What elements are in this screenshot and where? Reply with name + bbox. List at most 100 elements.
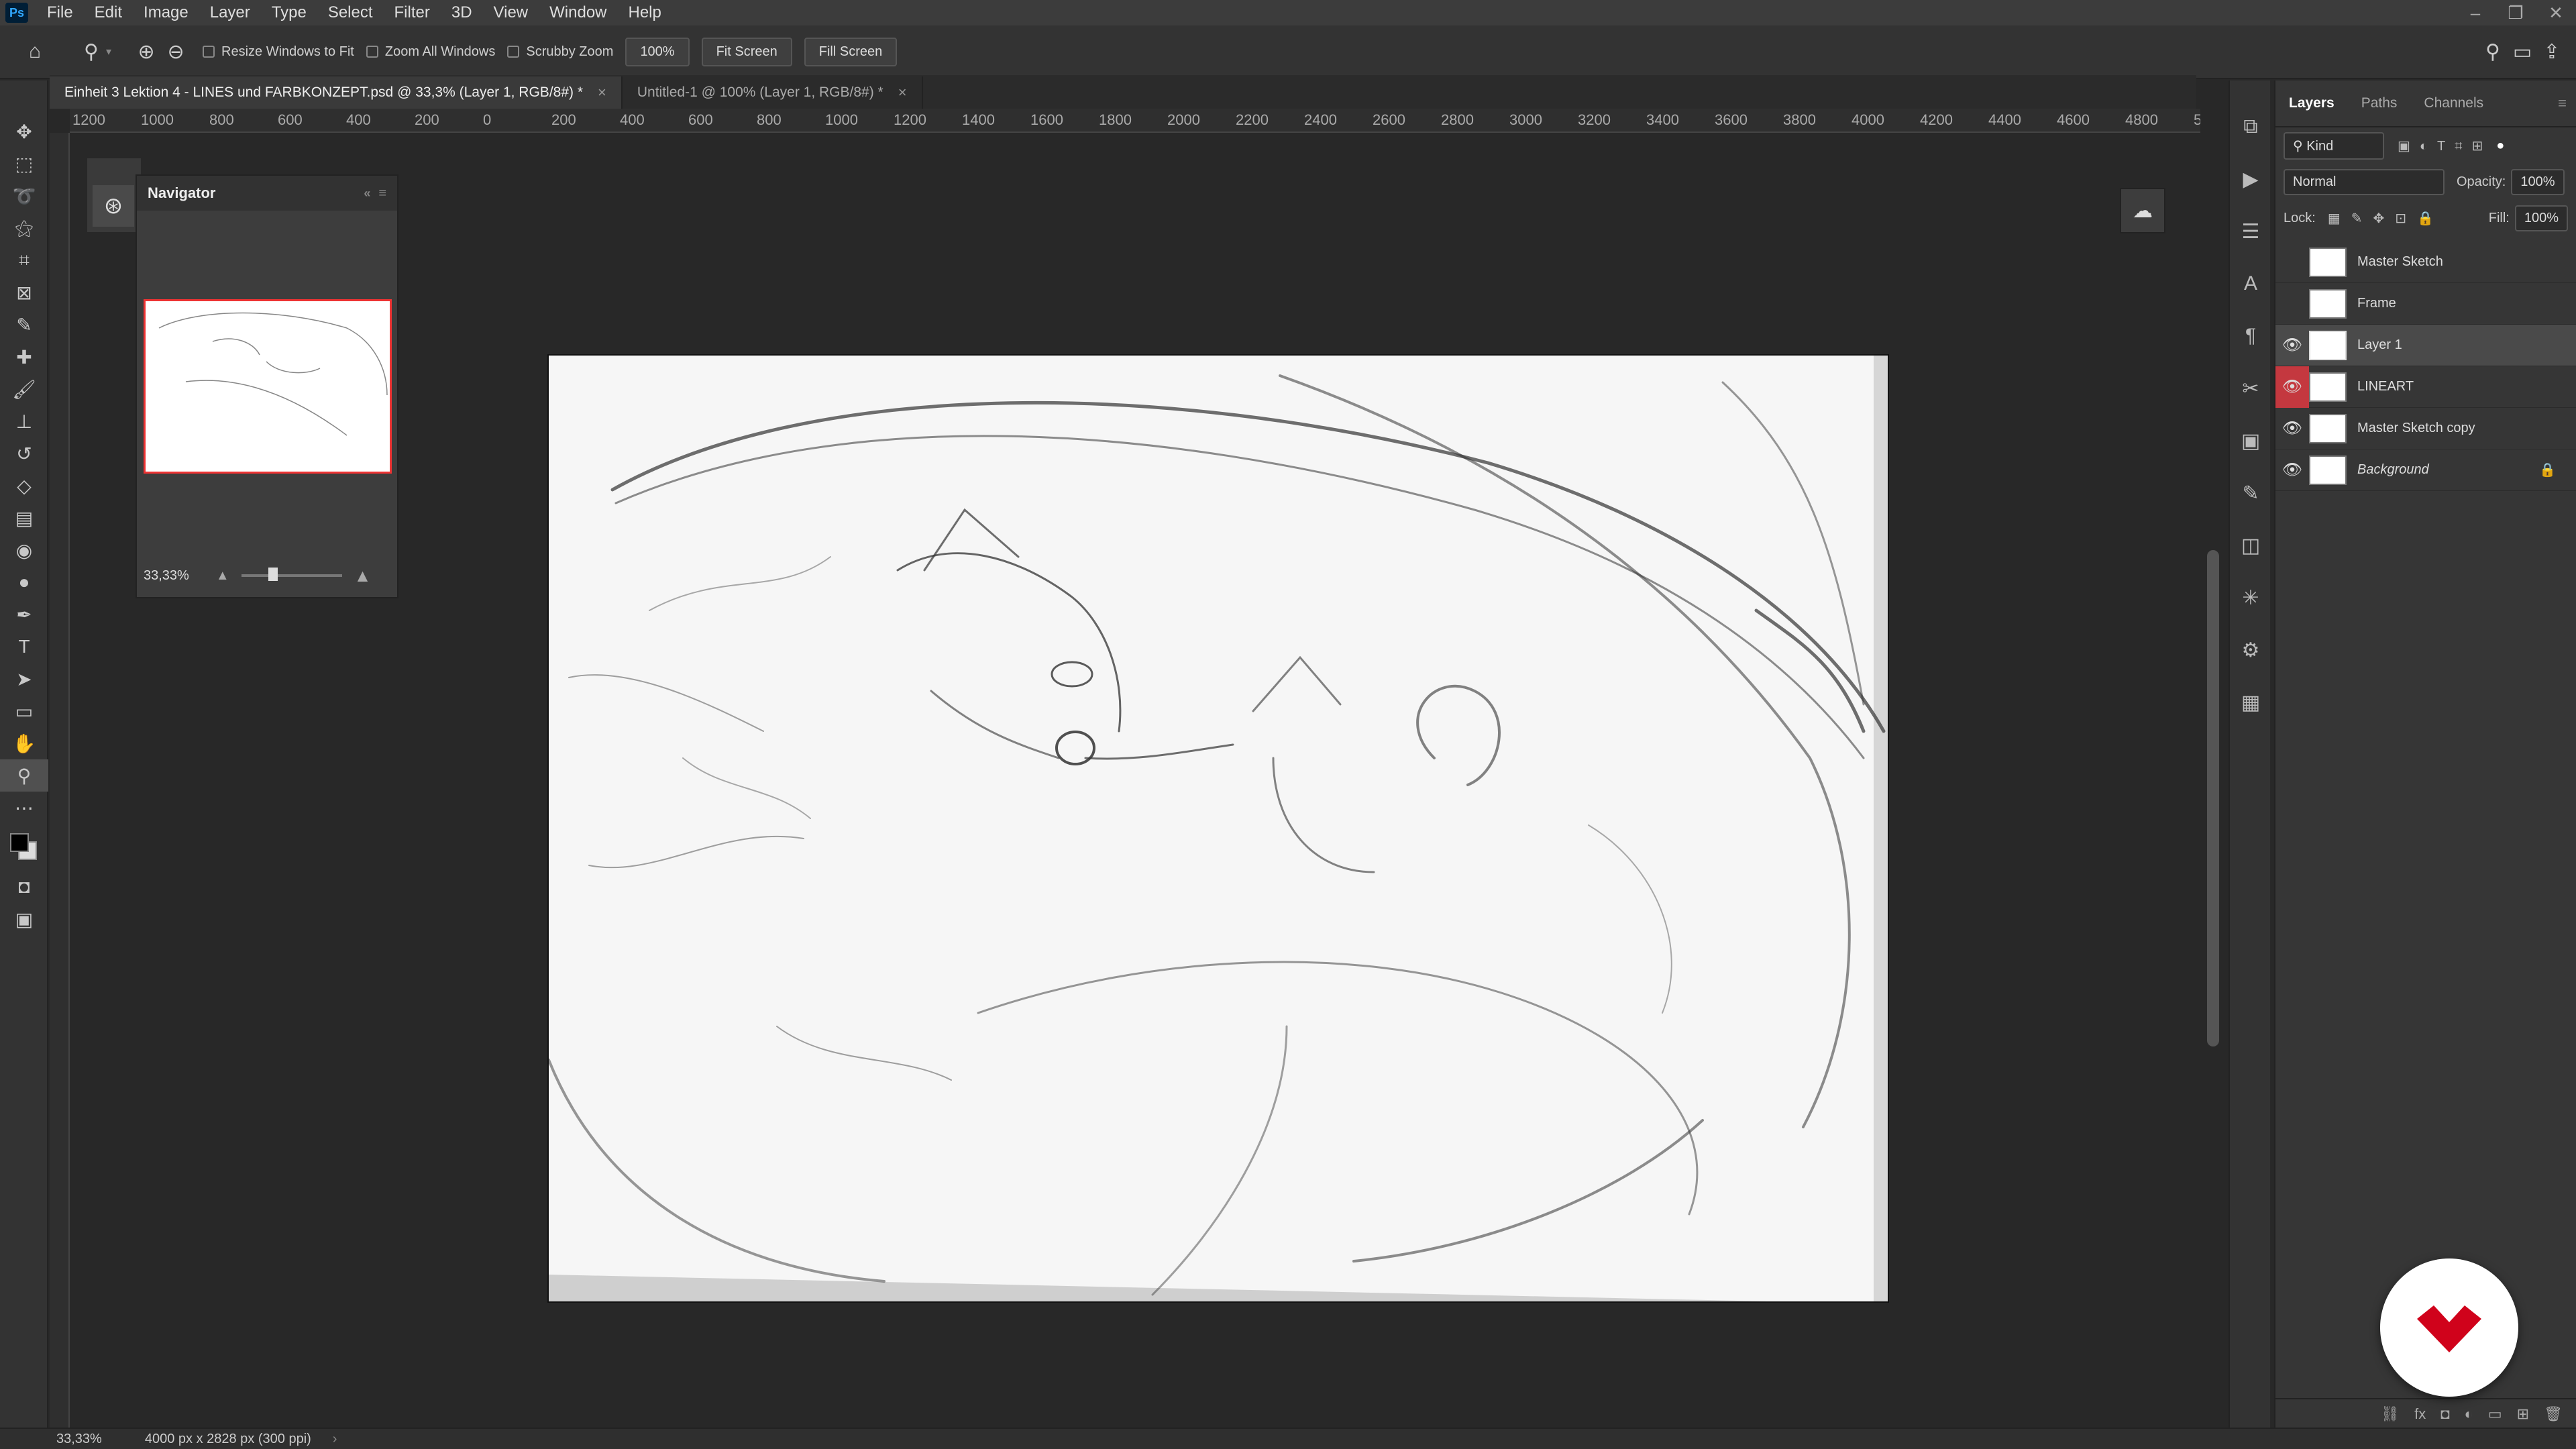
- history-brush-tool-icon[interactable]: ↺: [0, 437, 48, 470]
- checkbox-box[interactable]: [366, 46, 378, 58]
- pen-tool-icon[interactable]: ✒: [0, 598, 48, 631]
- minimize-icon[interactable]: –: [2455, 0, 2496, 25]
- zoom-out-icon[interactable]: ⊖: [161, 37, 191, 66]
- search-icon[interactable]: ⚲: [2478, 37, 2508, 66]
- menu-help[interactable]: Help: [618, 3, 672, 22]
- clone-stamp-tool-icon[interactable]: ⊥: [0, 405, 48, 437]
- glyphs-icon[interactable]: ✳: [2230, 572, 2271, 624]
- foreground-background-colors[interactable]: [7, 830, 41, 864]
- visibility-toggle[interactable]: [2275, 283, 2309, 325]
- blur-tool-icon[interactable]: ◉: [0, 534, 48, 566]
- menu-image[interactable]: Image: [133, 3, 199, 22]
- panel-menu-icon[interactable]: ≡: [2558, 95, 2567, 112]
- history-icon[interactable]: ⧉: [2230, 101, 2271, 153]
- status-zoom[interactable]: 33,33%: [56, 1432, 102, 1447]
- zoom-tool-icon[interactable]: ⚲: [0, 759, 48, 792]
- eye-icon[interactable]: 👁: [2275, 366, 2309, 408]
- character-icon[interactable]: A: [2230, 258, 2271, 310]
- crop-tool-icon[interactable]: ⌗: [0, 244, 48, 276]
- navigator-thumbnail[interactable]: [144, 299, 392, 474]
- menu-type[interactable]: Type: [261, 3, 317, 22]
- fit-screen-button[interactable]: Fit Screen: [701, 37, 792, 66]
- tab-einheit-3[interactable]: Einheit 3 Lektion 4 - LINES und FARBKONZ…: [50, 76, 623, 109]
- visibility-toggle[interactable]: [2275, 241, 2309, 283]
- filter-type-icons[interactable]: ▣◐T⌗⊞: [2398, 138, 2492, 154]
- adjustments-icon[interactable]: ◫: [2230, 519, 2271, 572]
- chevron-down-icon[interactable]: ▾: [106, 45, 111, 58]
- zoom-out-small-icon[interactable]: ▲: [216, 568, 229, 584]
- path-selection-tool-icon[interactable]: ➤: [0, 663, 48, 695]
- share-icon[interactable]: ⇪: [2537, 37, 2567, 66]
- properties-icon[interactable]: ⚙: [2230, 624, 2271, 676]
- zoom-all-checkbox[interactable]: Zoom All Windows: [366, 44, 495, 60]
- layer-row-layer-1[interactable]: 👁 Layer 1: [2275, 325, 2576, 366]
- checkbox-box[interactable]: [507, 46, 520, 58]
- menu-filter[interactable]: Filter: [384, 3, 441, 22]
- photoshop-app-icon[interactable]: Ps: [5, 3, 28, 23]
- menu-file[interactable]: File: [36, 3, 84, 22]
- zoom-in-large-icon[interactable]: ▲: [354, 566, 372, 586]
- menu-window[interactable]: Window: [539, 3, 617, 22]
- lock-icon[interactable]: 🔒: [2539, 462, 2556, 478]
- chevron-right-icon[interactable]: ›: [333, 1432, 337, 1447]
- add-mask-icon[interactable]: ◘: [2440, 1405, 2449, 1423]
- fx-icon[interactable]: fx: [2414, 1405, 2426, 1423]
- new-group-icon[interactable]: ▭: [2488, 1405, 2502, 1423]
- delete-layer-icon[interactable]: 🗑: [2544, 1405, 2563, 1423]
- workspace-icon[interactable]: ▭: [2508, 37, 2537, 66]
- dodge-tool-icon[interactable]: ●: [0, 566, 48, 598]
- lasso-tool-icon[interactable]: ➰: [0, 180, 48, 212]
- menu-layer[interactable]: Layer: [199, 3, 261, 22]
- properties-floating-icon[interactable]: ☁: [2120, 188, 2165, 233]
- zoom-in-icon[interactable]: ⊕: [131, 37, 161, 66]
- color-swatches[interactable]: [0, 824, 48, 871]
- menu-view[interactable]: View: [483, 3, 539, 22]
- zoom-100-button[interactable]: 100%: [625, 37, 690, 66]
- restore-icon[interactable]: ❐: [2496, 0, 2536, 25]
- menu-edit[interactable]: Edit: [84, 3, 133, 22]
- tab-untitled-1[interactable]: Untitled-1 @ 100% (Layer 1, RGB/8#) * ×: [623, 76, 923, 109]
- marquee-tool-icon[interactable]: ⬚: [0, 148, 48, 180]
- more-tools-icon[interactable]: ⋯: [0, 792, 48, 824]
- gradient-tool-icon[interactable]: ▤: [0, 502, 48, 534]
- filter-toggle-icon[interactable]: ●: [2496, 138, 2504, 154]
- close-tab-icon[interactable]: ×: [598, 84, 606, 101]
- close-tab-icon[interactable]: ×: [898, 84, 907, 101]
- layer-row-master-sketch-copy[interactable]: 👁 Master Sketch copy: [2275, 408, 2576, 449]
- screen-mode-icon[interactable]: ▣: [0, 903, 48, 935]
- quick-mask-icon[interactable]: ◘: [0, 871, 48, 903]
- tool-presets-icon[interactable]: ✂: [2230, 362, 2271, 415]
- rectangle-tool-icon[interactable]: ▭: [0, 695, 48, 727]
- hand-tool-icon[interactable]: ✋: [0, 727, 48, 759]
- vertical-scrollbar[interactable]: [2207, 550, 2219, 1046]
- layer-row-frame[interactable]: Frame: [2275, 283, 2576, 325]
- filter-kind-select[interactable]: ⚲ Kind: [2284, 131, 2384, 160]
- layer-row-background[interactable]: 👁 Background 🔒: [2275, 449, 2576, 491]
- type-tool-icon[interactable]: T: [0, 631, 48, 663]
- document-canvas[interactable]: [547, 354, 1889, 1303]
- resize-windows-checkbox[interactable]: Resize Windows to Fit: [203, 44, 354, 60]
- clone-source-icon[interactable]: ▣: [2230, 415, 2271, 467]
- eye-icon[interactable]: 👁: [2275, 325, 2309, 366]
- frame-tool-icon[interactable]: ⊠: [0, 276, 48, 309]
- eraser-tool-icon[interactable]: ◇: [0, 470, 48, 502]
- eye-icon[interactable]: 👁: [2275, 408, 2309, 449]
- lock-options-icons[interactable]: ▦✎✥⊡🔒: [2328, 210, 2445, 227]
- brush-settings-icon[interactable]: ✎: [2230, 467, 2271, 519]
- adjustment-layer-icon[interactable]: ◐: [2465, 1405, 2473, 1423]
- tab-channels[interactable]: Channels: [2410, 95, 2497, 111]
- eye-icon[interactable]: 👁: [2275, 449, 2309, 491]
- magic-wand-tool-icon[interactable]: ⚝: [0, 212, 48, 244]
- fill-screen-button[interactable]: Fill Screen: [804, 37, 898, 66]
- panel-menu-icon[interactable]: ≡: [378, 186, 386, 201]
- link-layers-icon[interactable]: ⛓: [2381, 1405, 2400, 1423]
- swatches-icon[interactable]: ▦: [2230, 676, 2271, 729]
- close-icon[interactable]: ✕: [2536, 0, 2576, 25]
- menu-select[interactable]: Select: [317, 3, 384, 22]
- tab-paths[interactable]: Paths: [2348, 95, 2411, 111]
- actions-icon[interactable]: ▶: [2230, 153, 2271, 205]
- opacity-field[interactable]: 100%: [2511, 168, 2565, 195]
- checkbox-box[interactable]: [203, 46, 215, 58]
- eyedropper-tool-icon[interactable]: ✎: [0, 309, 48, 341]
- layer-row-lineart[interactable]: 👁 LINEART: [2275, 366, 2576, 408]
